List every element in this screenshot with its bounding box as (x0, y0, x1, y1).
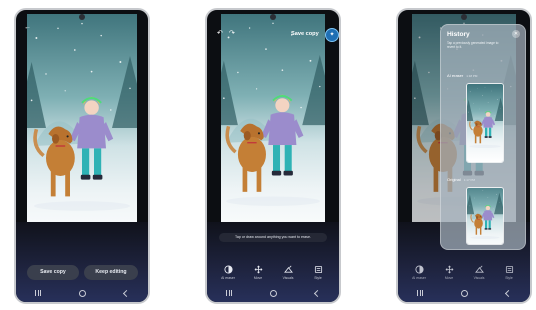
tool-visuals[interactable]: Visuals (277, 264, 299, 284)
eraser-icon (408, 264, 430, 274)
nav-bar (16, 288, 148, 298)
undo-icon[interactable]: ↶ (217, 30, 223, 38)
phone-screen-save-dialog: ← Save copy Keep editing (14, 8, 150, 304)
tool-row: AI eraser Move Visuals Style (213, 264, 333, 284)
style-icon (498, 264, 520, 274)
editing-photo[interactable] (221, 14, 325, 248)
back-nav-icon[interactable] (122, 289, 131, 297)
save-copy-link[interactable]: Save copy (291, 31, 319, 37)
tool-style[interactable]: Style (307, 264, 329, 284)
tool-move[interactable]: Move (247, 264, 269, 284)
edited-photo[interactable] (27, 14, 137, 254)
tool-label: Move (444, 276, 454, 280)
home-icon[interactable] (79, 289, 86, 297)
recent-apps-icon[interactable] (417, 290, 423, 296)
tool-label: Visuals (473, 276, 485, 280)
tool-label: AI eraser (221, 276, 235, 280)
back-arrow-icon[interactable]: ← (24, 24, 31, 32)
tool-style[interactable]: Style (498, 264, 520, 284)
visuals-icon (468, 264, 490, 274)
eraser-icon (217, 264, 239, 274)
side-button (149, 70, 150, 92)
close-icon[interactable]: ✕ (512, 30, 520, 38)
nav-bar (207, 288, 339, 298)
front-camera (461, 14, 467, 20)
erase-hint: Tap or draw around anything you want to … (219, 233, 327, 242)
recent-apps-icon[interactable] (35, 290, 41, 296)
history-panel: History ✕ Tap a previously generated ima… (440, 24, 526, 250)
front-camera (79, 14, 85, 20)
history-item-label: Original 1:17 PM (447, 177, 475, 182)
save-copy-button[interactable]: Save copy (27, 265, 79, 280)
history-item-time: 1:18 PM (466, 74, 478, 78)
history-item-name: AI eraser (447, 73, 464, 78)
tool-label: Style (505, 276, 513, 280)
back-nav-icon[interactable] (313, 289, 322, 297)
tool-row: AI eraser Move Visuals Style (404, 264, 524, 284)
visuals-icon (277, 264, 299, 274)
tool-label: Visuals (282, 276, 294, 280)
history-thumbnail-original[interactable] (466, 187, 504, 245)
back-nav-icon[interactable] (504, 289, 513, 297)
tool-label: AI eraser (412, 276, 426, 280)
home-icon[interactable] (270, 289, 277, 297)
tool-ai-eraser[interactable]: AI eraser (408, 264, 430, 284)
side-button (531, 70, 532, 92)
history-item-name: Original (447, 177, 461, 182)
history-item-time: 1:17 PM (463, 178, 475, 182)
history-item-label: AI eraser 1:18 PM (447, 73, 477, 78)
tool-label: Style (314, 276, 322, 280)
thumbnail-image (467, 84, 503, 162)
winter-scene-image (27, 14, 137, 254)
phone-screen-history: History ✕ Tap a previously generated ima… (396, 8, 532, 304)
winter-scene-image (221, 14, 325, 248)
nav-bar (398, 288, 530, 298)
tool-label: Move (253, 276, 263, 280)
style-icon (307, 264, 329, 274)
front-camera (270, 14, 276, 20)
redo-icon[interactable]: ↷ (229, 30, 235, 38)
history-thumbnail-ai-eraser[interactable] (466, 83, 504, 163)
thumbnail-image (467, 188, 503, 244)
recent-apps-icon[interactable] (226, 290, 232, 296)
galaxy-ai-button[interactable]: ✦ (325, 28, 339, 42)
keep-editing-button[interactable]: Keep editing (84, 265, 138, 280)
move-icon (247, 264, 269, 274)
move-icon (438, 264, 460, 274)
tool-visuals[interactable]: Visuals (468, 264, 490, 284)
stage: ← Save copy Keep editing ↶ ↷ Save copy ✦… (0, 0, 536, 310)
tool-move[interactable]: Move (438, 264, 460, 284)
home-icon[interactable] (461, 289, 468, 297)
history-title: History (447, 31, 470, 38)
phone-screen-ai-eraser: ↶ ↷ Save copy ✦ Tap or draw around anyth… (205, 8, 341, 304)
tool-ai-eraser[interactable]: AI eraser (217, 264, 239, 284)
history-subtitle: Tap a previously generated image to reve… (447, 41, 499, 49)
side-button (340, 70, 341, 92)
